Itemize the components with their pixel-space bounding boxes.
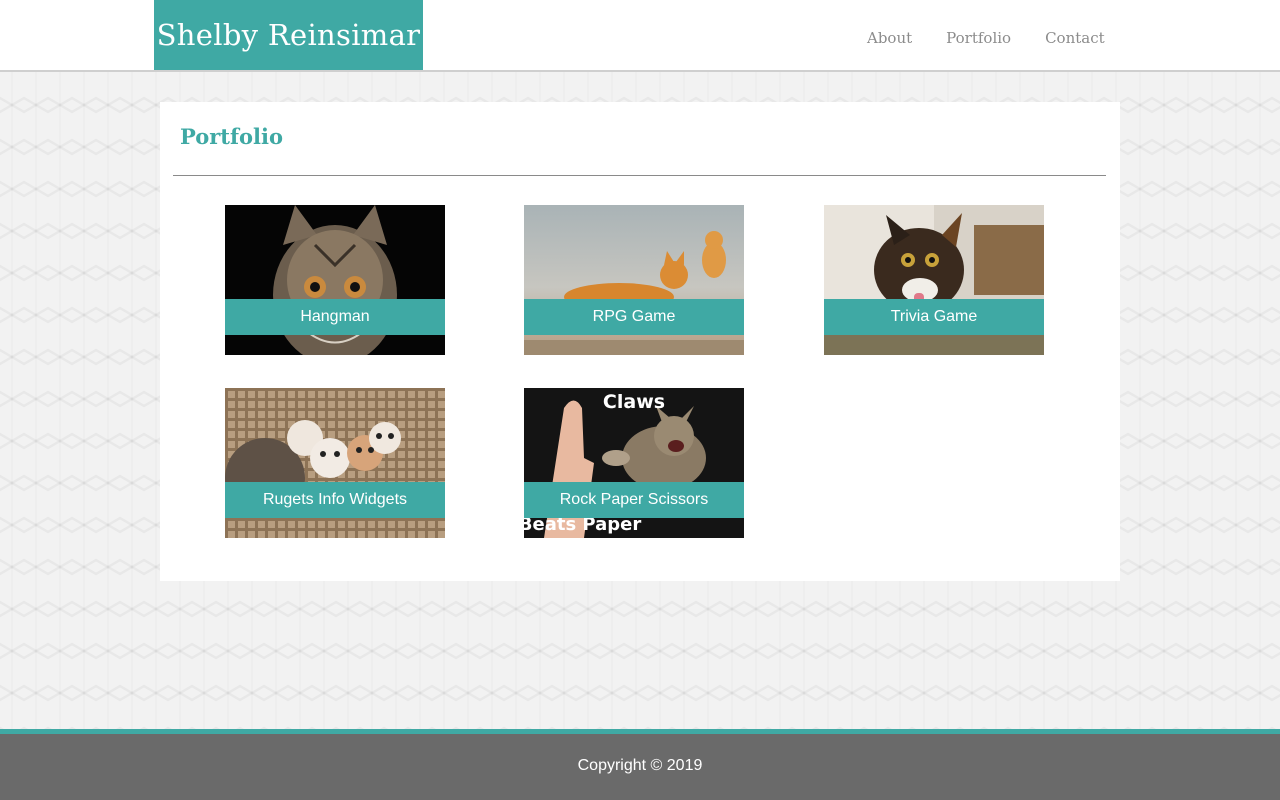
nav-link-about[interactable]: About bbox=[850, 28, 929, 48]
project-label: Rock Paper Scissors bbox=[524, 482, 744, 518]
project-label: RPG Game bbox=[524, 299, 744, 335]
project-tile-trivia-game[interactable]: Trivia Game bbox=[824, 205, 1044, 355]
site-header: Shelby Reinsimar About Portfolio Contact bbox=[0, 0, 1280, 72]
nav-link-portfolio[interactable]: Portfolio bbox=[929, 28, 1028, 48]
project-label: Hangman bbox=[225, 299, 445, 335]
project-tile-rugets-info-widgets[interactable]: Rugets Info Widgets bbox=[225, 388, 445, 538]
copyright-text: Copyright © 2019 bbox=[577, 757, 703, 774]
project-tile-rpg-game[interactable]: RPG Game bbox=[524, 205, 744, 355]
project-tile-hangman[interactable]: Hangman bbox=[225, 205, 445, 355]
site-brand[interactable]: Shelby Reinsimar bbox=[154, 0, 423, 70]
meme-top-text: Claws bbox=[603, 391, 665, 413]
portfolio-panel: Portfolio Hangman RPG Game Trivia Game R… bbox=[160, 102, 1120, 581]
project-tile-rock-paper-scissors[interactable]: Claws Beats Paper Rock Paper Scissors bbox=[524, 388, 744, 538]
nav-link-contact[interactable]: Contact bbox=[1028, 28, 1122, 48]
page-title: Portfolio bbox=[180, 124, 284, 149]
project-label: Rugets Info Widgets bbox=[225, 482, 445, 518]
main-nav: About Portfolio Contact bbox=[850, 28, 1122, 48]
title-divider bbox=[173, 175, 1106, 176]
site-footer: Copyright © 2019 bbox=[0, 729, 1280, 800]
project-label: Trivia Game bbox=[824, 299, 1044, 335]
